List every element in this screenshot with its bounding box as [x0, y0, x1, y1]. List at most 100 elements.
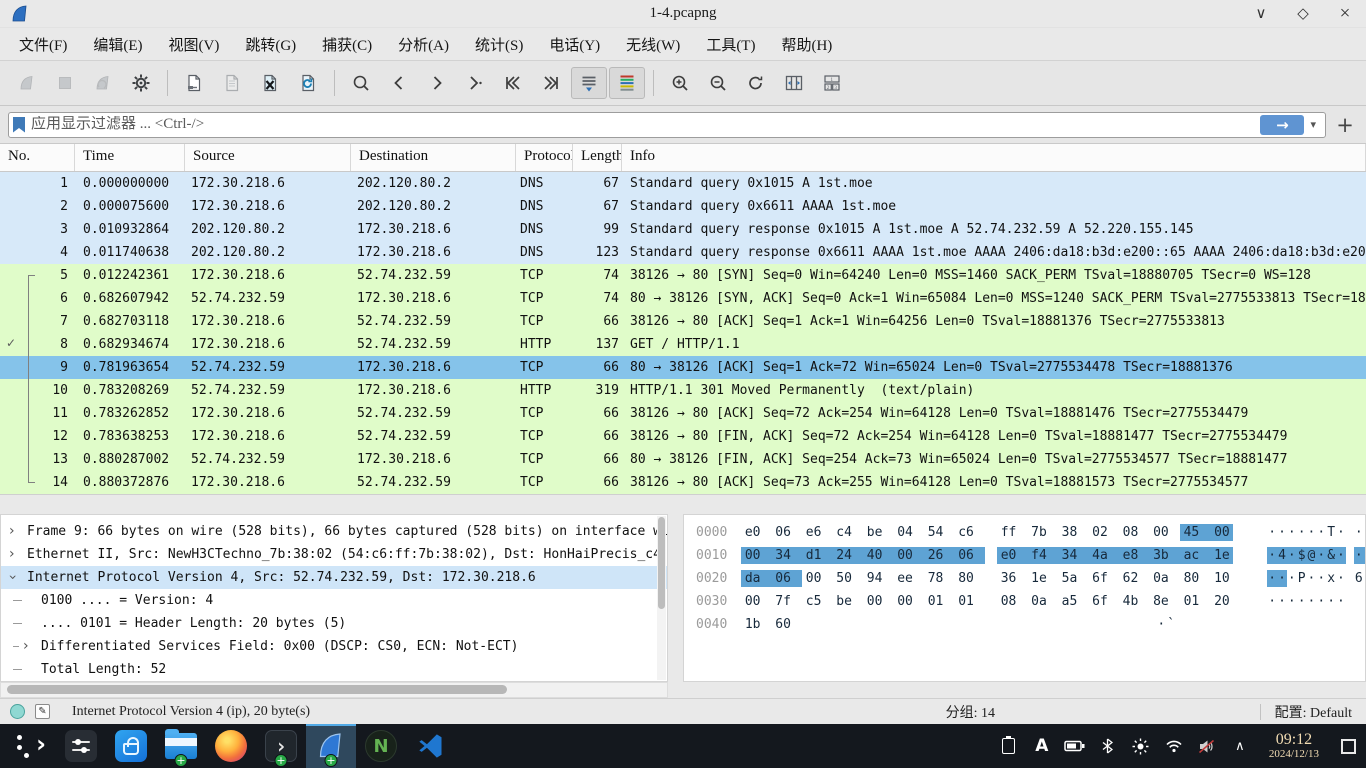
menu-item-2[interactable]: 视图(V): [156, 30, 233, 59]
find-packet-icon[interactable]: [343, 67, 379, 99]
detail-line[interactable]: 0100 .... = Version: 4: [1, 589, 667, 612]
status-profile[interactable]: 配置: Default: [1275, 702, 1356, 722]
menu-item-0[interactable]: 文件(F): [6, 30, 80, 59]
bookmark-icon[interactable]: [13, 117, 25, 133]
go-back-icon[interactable]: [381, 67, 417, 99]
auto-scroll-icon[interactable]: [571, 67, 607, 99]
taskbar-launcher[interactable]: ›: [6, 724, 56, 768]
taskbar-firefox[interactable]: [206, 724, 256, 768]
bluetooth-icon[interactable]: [1096, 733, 1120, 759]
zoom-out-icon[interactable]: [700, 67, 736, 99]
add-filter-button[interactable]: +: [1332, 113, 1358, 137]
column-header-protocol[interactable]: Protocol: [516, 144, 573, 171]
taskbar-app-store[interactable]: [106, 724, 156, 768]
pane-splitter[interactable]: [0, 494, 1366, 514]
column-header-destination[interactable]: Destination: [351, 144, 516, 171]
tray-expand-icon[interactable]: ∧: [1228, 733, 1252, 759]
go-forward-icon[interactable]: [419, 67, 455, 99]
expand-icon[interactable]: ›: [23, 635, 29, 658]
hex-row[interactable]: 00401b 60 ·`: [696, 613, 1365, 636]
packet-row[interactable]: 20.000075600172.30.218.6202.120.80.2DNS6…: [0, 195, 1366, 218]
packet-row[interactable]: 140.880372876172.30.218.652.74.232.59TCP…: [0, 471, 1366, 494]
packet-row[interactable]: 120.783638253172.30.218.652.74.232.59TCP…: [0, 425, 1366, 448]
zoom-in-icon[interactable]: [662, 67, 698, 99]
menu-item-8[interactable]: 无线(W): [613, 30, 693, 59]
start-capture-icon[interactable]: [9, 67, 45, 99]
show-desktop-button[interactable]: [1336, 733, 1360, 759]
layout-icon[interactable]: 123: [814, 67, 850, 99]
hex-row[interactable]: 0000e0 06 e6 c4 be 04 54 c6 ff 7b 38 02 …: [696, 521, 1365, 544]
column-header-time[interactable]: Time: [75, 144, 185, 171]
filter-input[interactable]: [31, 116, 1260, 133]
go-to-packet-icon[interactable]: [457, 67, 493, 99]
packet-row[interactable]: 130.88028700252.74.232.59172.30.218.6TCP…: [0, 448, 1366, 471]
expert-info-icon[interactable]: [10, 704, 25, 719]
detail-line[interactable]: ›Ethernet II, Src: NewH3CTechno_7b:38:02…: [1, 543, 667, 566]
packet-row[interactable]: 30.010932864202.120.80.2172.30.218.6DNS9…: [0, 218, 1366, 241]
expand-icon[interactable]: ›: [9, 543, 15, 566]
restart-capture-icon[interactable]: [85, 67, 121, 99]
packet-row[interactable]: 10.000000000172.30.218.6202.120.80.2DNS6…: [0, 172, 1366, 195]
close-file-icon[interactable]: [252, 67, 288, 99]
reload-file-icon[interactable]: [290, 67, 326, 99]
column-header-no[interactable]: No.: [0, 144, 75, 171]
capture-comment-icon[interactable]: ✎: [35, 704, 50, 719]
last-packet-icon[interactable]: [533, 67, 569, 99]
menu-item-7[interactable]: 电话(Y): [536, 30, 613, 59]
packet-row[interactable]: 60.68260794252.74.232.59172.30.218.6TCP7…: [0, 287, 1366, 310]
save-file-icon[interactable]: [214, 67, 250, 99]
detail-line[interactable]: Total Length: 52: [1, 658, 667, 681]
menu-item-10[interactable]: 帮助(H): [768, 30, 845, 59]
menu-item-5[interactable]: 分析(A): [385, 30, 462, 59]
menu-item-4[interactable]: 捕获(C): [309, 30, 385, 59]
packet-row[interactable]: 90.78196365452.74.232.59172.30.218.6TCP6…: [0, 356, 1366, 379]
menu-item-1[interactable]: 编辑(E): [80, 30, 155, 59]
packet-row[interactable]: 40.011740638202.120.80.2172.30.218.6DNS1…: [0, 241, 1366, 264]
hex-row[interactable]: 001000 34 d1 24 40 00 26 06 e0 f4 34 4a …: [696, 544, 1365, 567]
detail-line[interactable]: ›Differentiated Services Field: 0x00 (DS…: [1, 635, 667, 658]
clipboard-icon[interactable]: [997, 733, 1021, 759]
collapse-icon[interactable]: ›: [1, 574, 24, 580]
menu-item-6[interactable]: 统计(S): [462, 30, 536, 59]
minimize-button[interactable]: ∨: [1240, 1, 1282, 27]
expand-icon[interactable]: ›: [9, 520, 15, 543]
maximize-button[interactable]: ◇: [1282, 1, 1324, 27]
close-button[interactable]: ×: [1324, 1, 1366, 27]
packet-row[interactable]: 80.682934674172.30.218.652.74.232.59HTTP…: [0, 333, 1366, 356]
taskbar-vscode[interactable]: [406, 724, 456, 768]
input-method-icon[interactable]: A: [1030, 733, 1054, 759]
details-vertical-scrollbar[interactable]: [657, 516, 666, 680]
brightness-icon[interactable]: [1129, 733, 1153, 759]
menu-item-9[interactable]: 工具(T): [693, 30, 768, 59]
wifi-icon[interactable]: [1162, 733, 1186, 759]
colorize-icon[interactable]: [609, 67, 645, 99]
packet-row[interactable]: 110.783262852172.30.218.652.74.232.59TCP…: [0, 402, 1366, 425]
column-header-info[interactable]: Info: [622, 144, 1366, 171]
details-horizontal-scrollbar[interactable]: [0, 682, 668, 698]
column-header-length[interactable]: Length: [573, 144, 622, 171]
capture-options-icon[interactable]: [123, 67, 159, 99]
zoom-reset-icon[interactable]: [738, 67, 774, 99]
packet-row[interactable]: 50.012242361172.30.218.652.74.232.59TCP7…: [0, 264, 1366, 287]
column-header-source[interactable]: Source: [185, 144, 351, 171]
open-file-icon[interactable]: [176, 67, 212, 99]
battery-icon[interactable]: [1063, 733, 1087, 759]
taskbar-control-center[interactable]: [56, 724, 106, 768]
filter-dropdown-caret[interactable]: ▾: [1304, 118, 1322, 131]
taskbar-wireshark[interactable]: +: [306, 724, 356, 768]
taskbar-file-manager[interactable]: +: [156, 724, 206, 768]
hex-row[interactable]: 003000 7f c5 be 00 00 01 01 08 0a a5 6f …: [696, 590, 1365, 613]
taskbar-neovim[interactable]: N: [356, 724, 406, 768]
detail-line[interactable]: ›Internet Protocol Version 4, Src: 52.74…: [1, 566, 667, 589]
taskbar-terminal[interactable]: › +: [256, 724, 306, 768]
volume-muted-icon[interactable]: [1195, 733, 1219, 759]
packet-row[interactable]: 100.78320826952.74.232.59172.30.218.6HTT…: [0, 379, 1366, 402]
taskbar-clock[interactable]: 09:12 2024/12/13: [1269, 732, 1319, 760]
packet-row[interactable]: 70.682703118172.30.218.652.74.232.59TCP6…: [0, 310, 1366, 333]
detail-line[interactable]: ›Frame 9: 66 bytes on wire (528 bits), 6…: [1, 520, 667, 543]
display-filter-field[interactable]: → ▾: [8, 112, 1326, 138]
first-packet-icon[interactable]: [495, 67, 531, 99]
detail-line[interactable]: .... 0101 = Header Length: 20 bytes (5): [1, 612, 667, 635]
apply-filter-button[interactable]: →: [1260, 115, 1304, 135]
menu-item-3[interactable]: 跳转(G): [232, 30, 309, 59]
